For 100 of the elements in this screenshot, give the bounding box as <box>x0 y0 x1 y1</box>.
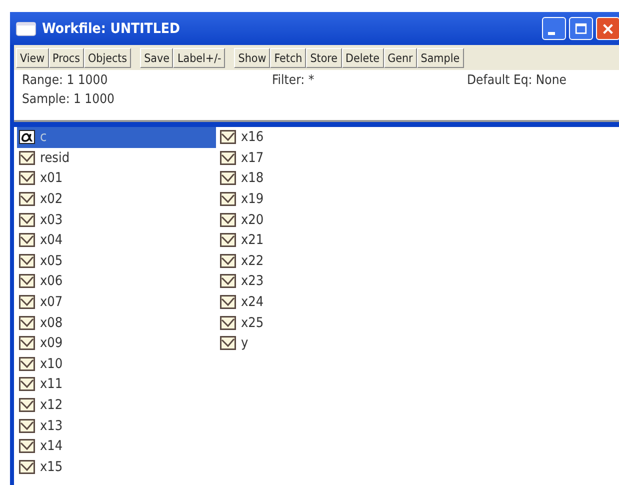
object-item[interactable]: x11 <box>17 374 218 395</box>
filter-value: * <box>308 73 314 88</box>
object-item[interactable]: x13 <box>17 415 218 436</box>
object-item[interactable]: x08 <box>17 312 218 333</box>
series-icon <box>19 150 35 165</box>
series-icon <box>19 274 35 288</box>
object-name: x06 <box>40 273 63 290</box>
toolbar-button[interactable]: Show <box>234 48 270 68</box>
maximize-button[interactable] <box>569 17 593 40</box>
object-item[interactable]: x15 <box>17 456 218 478</box>
object-item[interactable]: x25 <box>218 312 418 333</box>
object-item[interactable]: x22 <box>218 250 418 272</box>
object-name: y <box>241 335 248 352</box>
object-item[interactable]: x21 <box>218 230 418 251</box>
minimize-icon <box>548 32 554 35</box>
object-name: x23 <box>241 273 264 290</box>
window-icon <box>16 22 36 36</box>
object-item[interactable]: x19 <box>218 188 418 210</box>
object-item[interactable]: x03 <box>17 209 218 230</box>
object-name: x22 <box>241 252 264 269</box>
minimize-button[interactable] <box>542 17 566 40</box>
series-icon <box>19 460 35 474</box>
toolbar-button[interactable]: View <box>16 48 49 68</box>
object-name: x08 <box>40 314 63 331</box>
object-item[interactable]: x16 <box>218 127 418 148</box>
object-name: x16 <box>241 129 264 146</box>
object-name: x05 <box>40 252 63 269</box>
object-item[interactable]: x01 <box>17 168 218 189</box>
object-item[interactable]: x23 <box>218 271 418 292</box>
series-icon <box>220 192 236 206</box>
toolbar-button[interactable]: Store <box>306 48 342 68</box>
series-icon <box>220 336 236 350</box>
object-name: x04 <box>40 232 63 248</box>
object-name: c <box>40 129 47 146</box>
object-item[interactable]: x24 <box>218 292 418 312</box>
toolbar-button[interactable]: Save <box>140 48 174 68</box>
series-icon <box>220 130 236 144</box>
series-icon <box>19 377 35 392</box>
series-icon <box>19 356 35 371</box>
object-name: resid <box>40 150 70 166</box>
object-item[interactable]: y <box>218 332 418 354</box>
object-item[interactable]: x14 <box>17 436 218 456</box>
object-name: x19 <box>241 191 264 208</box>
object-item[interactable]: x06 <box>17 271 218 292</box>
toolbar-button[interactable]: Sample <box>416 48 464 68</box>
toolbar-button[interactable]: Delete <box>342 48 384 68</box>
toolbar-button[interactable]: Fetch <box>270 48 306 68</box>
window-title: Workfile: UNTITLED <box>42 20 181 36</box>
object-name: x02 <box>40 191 63 208</box>
object-name: x10 <box>40 356 63 372</box>
object-item[interactable]: x12 <box>17 394 218 416</box>
close-button[interactable] <box>596 17 619 40</box>
series-icon <box>220 254 236 268</box>
toolbar-button[interactable]: Objects <box>84 48 132 68</box>
object-item[interactable]: x17 <box>218 148 418 168</box>
series-icon <box>220 150 236 165</box>
default-eq-value: None <box>536 73 566 88</box>
object-item[interactable]: x04 <box>17 230 218 251</box>
coefficient-icon <box>19 130 35 144</box>
toolbar-button[interactable]: Genr <box>384 48 417 68</box>
series-icon <box>19 398 35 412</box>
series-icon <box>19 254 35 268</box>
series-icon <box>19 192 35 206</box>
toolbar-button[interactable]: Label+/- <box>173 48 226 68</box>
maximize-icon <box>574 22 588 36</box>
object-item[interactable]: x10 <box>17 354 218 374</box>
series-icon <box>19 418 35 433</box>
series-icon <box>220 295 236 310</box>
object-name: x17 <box>241 150 264 166</box>
series-icon <box>19 336 35 350</box>
object-name: x14 <box>40 438 63 454</box>
object-name: x03 <box>40 212 63 228</box>
series-icon <box>220 212 236 227</box>
object-name: x20 <box>241 212 264 228</box>
object-name: x12 <box>40 397 63 414</box>
object-item[interactable]: x07 <box>17 292 218 312</box>
object-item[interactable]: x18 <box>218 168 418 189</box>
series-icon <box>220 233 236 248</box>
default-eq-label: Default Eq: <box>467 73 532 88</box>
series-icon <box>220 171 236 186</box>
object-item[interactable]: x09 <box>17 332 218 354</box>
range-label: Range: <box>22 73 63 88</box>
sample-label: Sample: <box>22 92 70 107</box>
object-name: x25 <box>241 314 264 331</box>
toolbar-button[interactable]: Procs <box>48 48 84 68</box>
object-item[interactable]: x20 <box>218 209 418 230</box>
object-name: x01 <box>40 170 63 186</box>
object-name: x11 <box>40 376 63 392</box>
object-name: x21 <box>241 232 264 248</box>
series-icon <box>220 316 236 330</box>
object-item[interactable]: resid <box>17 148 218 168</box>
series-icon <box>19 171 35 186</box>
object-name: x07 <box>40 294 63 310</box>
range-value: 1 1000 <box>66 73 108 88</box>
object-item[interactable]: x02 <box>17 188 218 210</box>
object-item[interactable]: x05 <box>17 250 218 272</box>
object-name: x18 <box>241 170 264 186</box>
series-icon <box>19 439 35 454</box>
sample-value: 1 1000 <box>74 92 114 107</box>
series-icon <box>19 316 35 330</box>
